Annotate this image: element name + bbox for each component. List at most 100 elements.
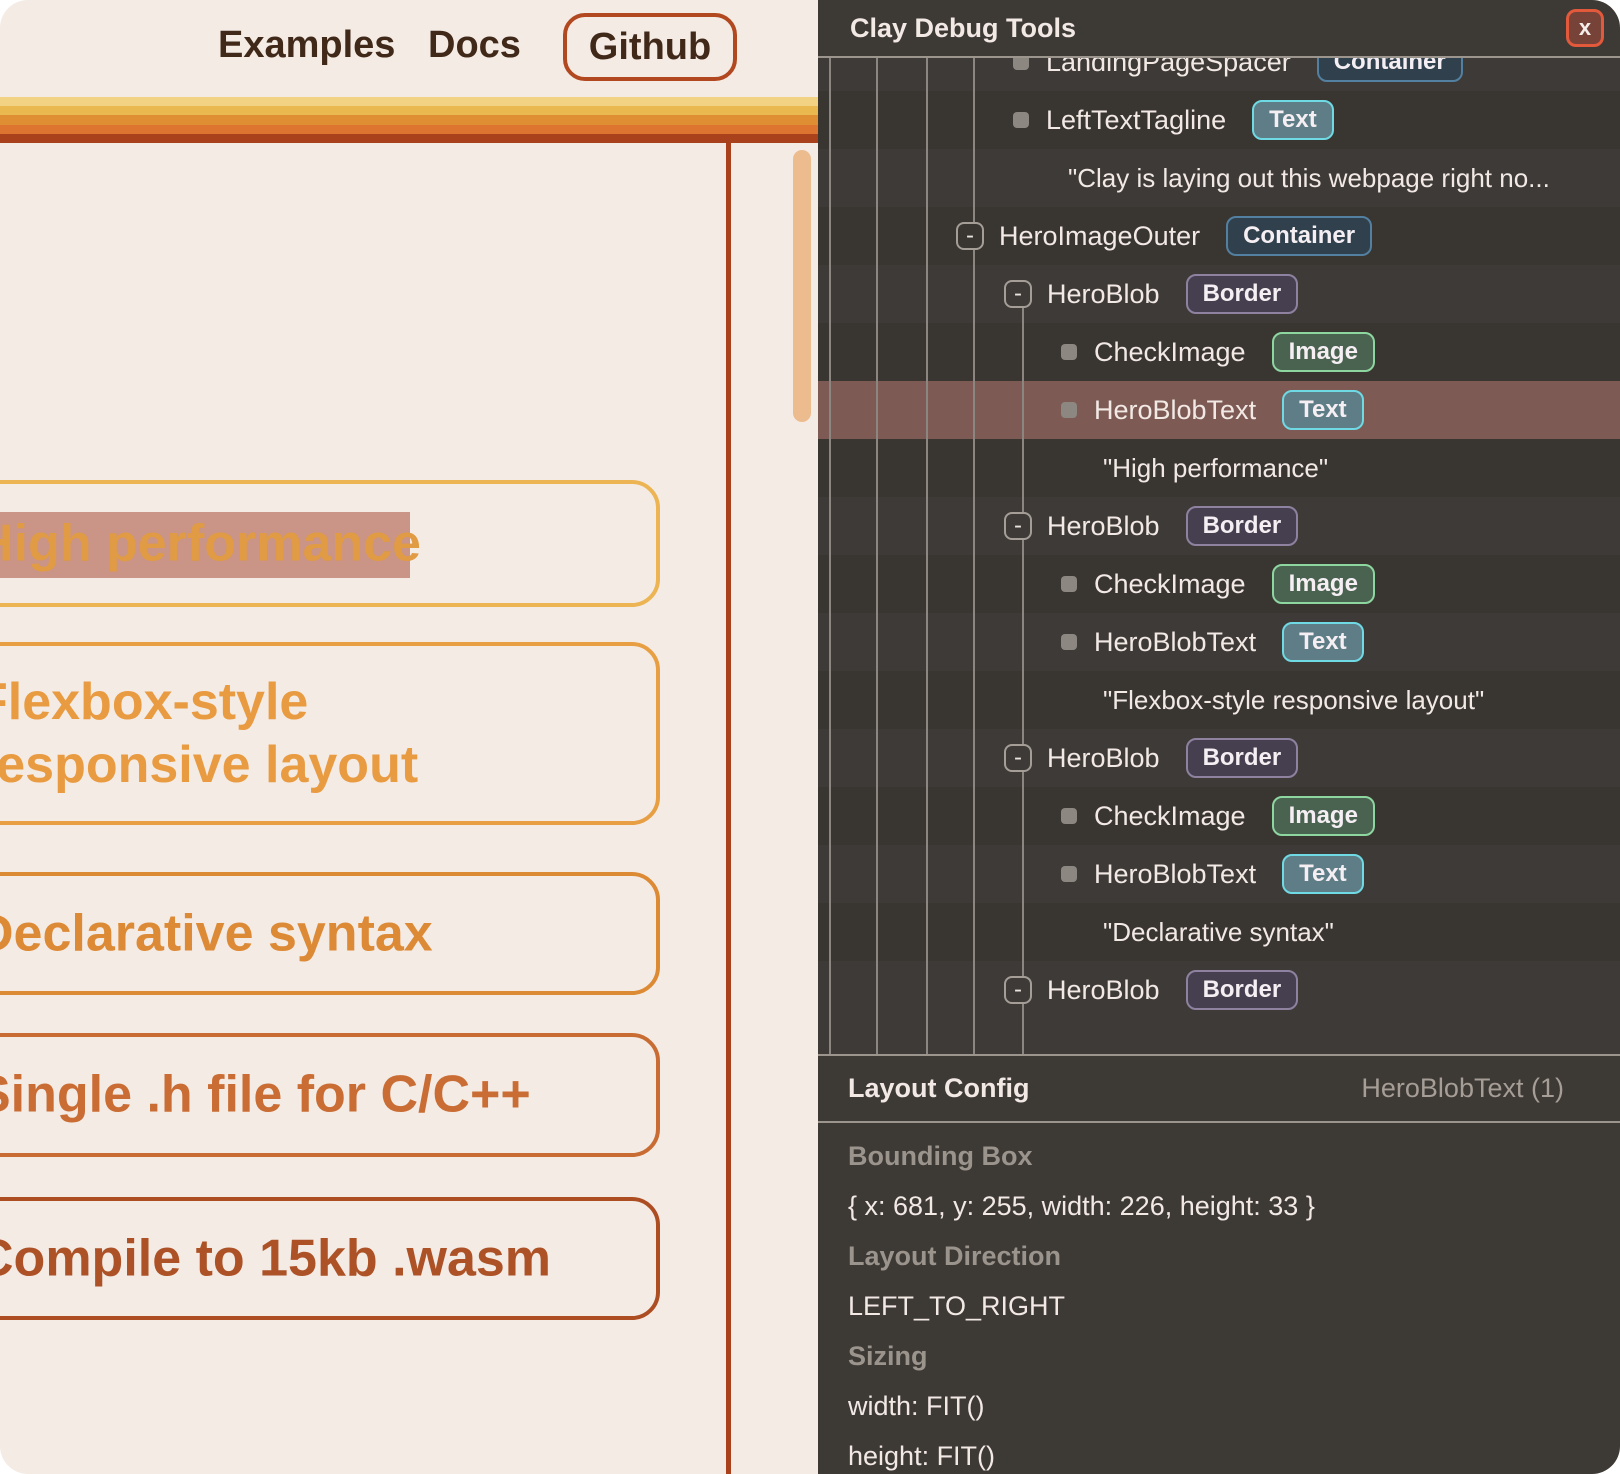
tree-row-heroblobtext[interactable]: HeroBlobText Text [818, 613, 1620, 671]
tree-row-heroblob[interactable]: - HeroBlob Border [818, 265, 1620, 323]
collapse-icon[interactable]: - [1004, 280, 1032, 308]
config-value: LEFT_TO_RIGHT [848, 1291, 1065, 1322]
text-preview: "Declarative syntax" [1103, 917, 1334, 948]
leaf-icon [1061, 866, 1077, 882]
tag-badge: Image [1272, 564, 1375, 604]
feature-card-flexbox-layout: Flexbox-style responsive layout [0, 642, 660, 825]
vertical-divider [726, 143, 731, 1474]
tag-badge: Text [1282, 622, 1364, 662]
tree-row-label: HeroBlob [1047, 279, 1160, 310]
tree-row-heroblobtext-selected[interactable]: HeroBlobText Text [818, 381, 1620, 439]
leaf-icon [1013, 58, 1029, 70]
collapse-icon[interactable]: - [1004, 976, 1032, 1004]
tag-badge: Text [1282, 390, 1364, 430]
tree-row-checkimage[interactable]: CheckImage Image [818, 555, 1620, 613]
collapse-icon[interactable]: - [1004, 744, 1032, 772]
tag-badge: Container [1317, 58, 1463, 82]
leaf-icon [1061, 576, 1077, 592]
feature-card-wasm: Compile to 15kb .wasm [0, 1197, 660, 1320]
layout-config-title: Layout Config [848, 1073, 1361, 1104]
selected-element-label: HeroBlobText (1) [1361, 1073, 1564, 1104]
tree-indent-guide [1022, 1004, 1024, 1054]
tree-row-landingpagespacer[interactable]: LandingPageSpacer Container [818, 58, 1620, 91]
feature-card-declarative-syntax: Declarative syntax [0, 872, 660, 995]
tree-row-text-preview: "Clay is laying out this webpage right n… [818, 149, 1620, 207]
tag-badge: Border [1186, 970, 1299, 1010]
tree-row-label: HeroImageOuter [999, 221, 1200, 252]
config-value: { x: 681, y: 255, width: 226, height: 33… [848, 1191, 1315, 1222]
config-value: height: FIT() [848, 1441, 995, 1472]
page-scrollbar-thumb[interactable] [793, 150, 811, 422]
tree-row-text-preview: "Flexbox-style responsive layout" [818, 671, 1620, 729]
tree-indent-guide [829, 58, 831, 1054]
tree-indent-guide [973, 58, 975, 222]
tree-row-heroblobtext[interactable]: HeroBlobText Text [818, 845, 1620, 903]
close-icon: x [1579, 17, 1591, 39]
nav-link-docs[interactable]: Docs [428, 24, 521, 67]
text-preview: "Flexbox-style responsive layout" [1103, 685, 1484, 716]
tree-row-label: HeroBlobText [1094, 627, 1256, 658]
tree-indent-guide [1022, 540, 1024, 744]
tree-row-lefttexttagline[interactable]: LeftTextTagline Text [818, 91, 1620, 149]
layout-config-body: Bounding Box { x: 681, y: 255, width: 22… [818, 1123, 1620, 1474]
collapse-icon[interactable]: - [956, 222, 984, 250]
leaf-icon [1013, 112, 1029, 128]
tag-badge: Border [1186, 274, 1299, 314]
feature-card-text: Flexbox-style responsive layout [0, 671, 576, 797]
tree-indent-guide [876, 58, 878, 1054]
tree-row-label: CheckImage [1094, 801, 1246, 832]
github-button[interactable]: Github [563, 13, 737, 81]
config-value: width: FIT() [848, 1391, 985, 1422]
tree-row-heroblob[interactable]: - HeroBlob Border [818, 497, 1620, 555]
feature-card-text: High performance [0, 512, 421, 575]
text-preview: "High performance" [1103, 453, 1328, 484]
tree-row-checkimage[interactable]: CheckImage Image [818, 323, 1620, 381]
tree-indent-guide [973, 250, 975, 1054]
tree-row-label: HeroBlob [1047, 975, 1160, 1006]
feature-card-text: Single .h file for C/C++ [0, 1064, 531, 1127]
tag-badge: Image [1272, 796, 1375, 836]
element-tree: LandingPageSpacer Container LeftTextTagl… [818, 58, 1620, 1054]
feature-card-high-performance: High performance [0, 480, 660, 607]
leaf-icon [1061, 402, 1077, 418]
nav-link-examples[interactable]: Examples [218, 24, 395, 67]
tree-row-label: HeroBlob [1047, 743, 1160, 774]
layout-config-header: Layout Config HeroBlobText (1) [818, 1056, 1620, 1121]
config-label: Sizing [848, 1341, 928, 1372]
tag-badge: Border [1186, 506, 1299, 546]
feature-card-single-header: Single .h file for C/C++ [0, 1033, 660, 1157]
tree-row-label: HeroBlobText [1094, 395, 1256, 426]
tree-row-heroimageouter[interactable]: - HeroImageOuter Container [818, 207, 1620, 265]
leaf-icon [1061, 808, 1077, 824]
tree-indent-guide [1022, 772, 1024, 976]
tree-row-label: LandingPageSpacer [1046, 58, 1291, 78]
close-button[interactable]: x [1566, 9, 1604, 47]
tag-badge: Text [1282, 854, 1364, 894]
tree-row-text-preview: "Declarative syntax" [818, 903, 1620, 961]
tag-badge: Text [1252, 100, 1334, 140]
feature-card-text: Declarative syntax [0, 902, 433, 965]
tree-row-checkimage[interactable]: CheckImage Image [818, 787, 1620, 845]
config-label: Bounding Box [848, 1141, 1032, 1172]
tag-badge: Border [1186, 738, 1299, 778]
tree-row-heroblob[interactable]: - HeroBlob Border [818, 961, 1620, 1019]
tag-badge: Container [1226, 216, 1372, 256]
collapse-icon[interactable]: - [1004, 512, 1032, 540]
tree-row-label: CheckImage [1094, 337, 1246, 368]
tree-row-text-preview: "High performance" [818, 439, 1620, 497]
text-preview: "Clay is laying out this webpage right n… [1068, 163, 1550, 194]
tag-badge: Image [1272, 332, 1375, 372]
tree-row-label: LeftTextTagline [1046, 105, 1226, 136]
tree-row-label: CheckImage [1094, 569, 1246, 600]
leaf-icon [1061, 344, 1077, 360]
tree-indent-guide [1022, 308, 1024, 512]
tree-row-label: HeroBlobText [1094, 859, 1256, 890]
feature-card-text: Compile to 15kb .wasm [0, 1227, 551, 1290]
clay-debug-panel: Clay Debug Tools x LandingPageSpacer Con… [818, 0, 1620, 1474]
tree-indent-guide [926, 58, 928, 1054]
config-label: Layout Direction [848, 1241, 1061, 1272]
app-window: Examples Docs Github High performance Fl… [0, 0, 1620, 1474]
debug-panel-header: Clay Debug Tools x [818, 0, 1620, 56]
tree-row-label: HeroBlob [1047, 511, 1160, 542]
tree-row-heroblob[interactable]: - HeroBlob Border [818, 729, 1620, 787]
